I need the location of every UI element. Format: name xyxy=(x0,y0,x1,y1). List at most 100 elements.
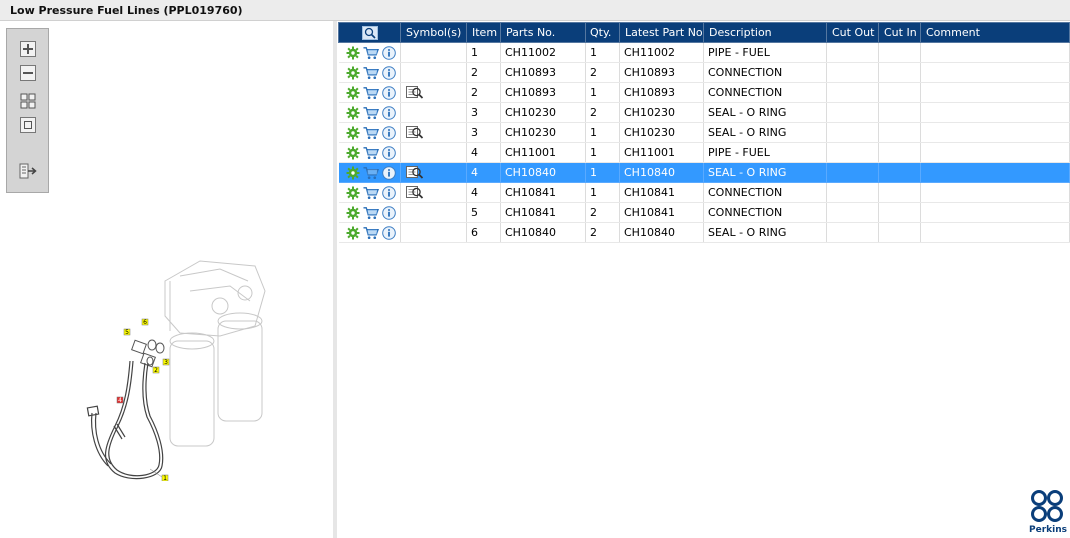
part-info-icon[interactable] xyxy=(382,205,396,221)
table-row[interactable]: 3 CH10230 1 CH10230 SEAL - O RING xyxy=(338,122,1070,143)
row-cut-out xyxy=(826,142,879,163)
callout-5-text: 5 xyxy=(125,329,129,336)
table-row[interactable]: 4 CH11001 1 CH11001 PIPE - FUEL xyxy=(338,142,1070,163)
row-cut-in xyxy=(878,102,921,123)
part-options-icon[interactable] xyxy=(346,45,360,61)
table-row[interactable]: 3 CH10230 2 CH10230 SEAL - O RING xyxy=(338,102,1070,123)
table-row[interactable]: 5 CH10841 2 CH10841 CONNECTION xyxy=(338,202,1070,223)
row-cut-out xyxy=(826,182,879,203)
row-comment xyxy=(920,162,1070,183)
add-to-cart-icon[interactable] xyxy=(363,185,379,201)
zoom-in-icon xyxy=(20,41,36,57)
zoom-in-button[interactable] xyxy=(17,39,39,59)
symbol-reference-icon[interactable] xyxy=(406,84,424,100)
part-options-icon[interactable] xyxy=(346,145,360,161)
part-info-icon[interactable] xyxy=(382,65,396,81)
row-quantity: 1 xyxy=(585,182,620,203)
zoom-out-icon xyxy=(20,65,36,81)
row-quantity: 2 xyxy=(585,202,620,223)
row-part-number: CH10893 xyxy=(500,82,586,103)
part-info-icon[interactable] xyxy=(382,125,396,141)
part-options-icon[interactable] xyxy=(346,125,360,141)
symbol-reference-icon[interactable] xyxy=(406,124,424,140)
row-symbol-cell xyxy=(400,82,467,103)
fit-view-button[interactable] xyxy=(17,91,39,111)
symbol-reference-icon[interactable] xyxy=(406,184,424,200)
part-options-icon[interactable] xyxy=(346,65,360,81)
add-to-cart-icon[interactable] xyxy=(363,145,379,161)
table-row[interactable]: 4 CH10840 1 CH10840 SEAL - O RING xyxy=(338,162,1070,183)
column-header-latest-part-no[interactable]: Latest Part No. xyxy=(619,22,704,43)
row-latest-part-number: CH11002 xyxy=(619,42,704,63)
callout-6-text: 6 xyxy=(143,319,147,326)
row-action-icons xyxy=(338,42,401,63)
illustration-pane: 1 2 3 4 5 6 xyxy=(0,21,333,538)
table-row[interactable]: 4 CH10841 1 CH10841 CONNECTION xyxy=(338,182,1070,203)
row-part-number: CH10841 xyxy=(500,182,586,203)
row-action-icons xyxy=(338,202,401,223)
exploded-parts-diagram[interactable]: 1 2 3 4 5 6 xyxy=(70,221,290,481)
part-info-icon[interactable] xyxy=(382,45,396,61)
part-options-icon[interactable] xyxy=(346,205,360,221)
actual-size-button[interactable] xyxy=(17,115,39,135)
part-info-icon[interactable] xyxy=(382,165,396,181)
row-comment xyxy=(920,82,1070,103)
parts-table: Symbol(s) Item Parts No. Qty. Latest Par… xyxy=(338,22,1070,243)
part-info-icon[interactable] xyxy=(382,85,396,101)
part-options-icon[interactable] xyxy=(346,165,360,181)
window-title: Low Pressure Fuel Lines (PPL019760) xyxy=(10,4,243,17)
row-symbol-cell xyxy=(400,102,467,123)
zoom-out-button[interactable] xyxy=(17,63,39,83)
part-info-icon[interactable] xyxy=(382,105,396,121)
add-to-cart-icon[interactable] xyxy=(363,65,379,81)
add-to-cart-icon[interactable] xyxy=(363,225,379,241)
column-header-parts-no[interactable]: Parts No. xyxy=(500,22,586,43)
part-info-icon[interactable] xyxy=(382,225,396,241)
part-options-icon[interactable] xyxy=(346,185,360,201)
actual-size-icon xyxy=(20,117,36,133)
row-item: 4 xyxy=(466,162,501,183)
column-header-cut-out[interactable]: Cut Out xyxy=(826,22,879,43)
add-to-cart-icon[interactable] xyxy=(363,45,379,61)
row-action-icons xyxy=(338,82,401,103)
row-cut-in xyxy=(878,122,921,143)
column-header-cut-in[interactable]: Cut In xyxy=(878,22,921,43)
part-info-icon[interactable] xyxy=(382,185,396,201)
row-quantity: 2 xyxy=(585,222,620,243)
export-button[interactable] xyxy=(17,161,39,181)
fit-view-icon xyxy=(20,93,36,109)
row-symbol-cell xyxy=(400,122,467,143)
add-to-cart-icon[interactable] xyxy=(363,205,379,221)
part-info-icon[interactable] xyxy=(382,145,396,161)
brand-name: Perkins xyxy=(1029,525,1067,535)
column-header-comment[interactable]: Comment xyxy=(920,22,1070,43)
table-row[interactable]: 2 CH10893 2 CH10893 CONNECTION xyxy=(338,62,1070,83)
row-description: CONNECTION xyxy=(703,82,827,103)
column-header-qty[interactable]: Qty. xyxy=(585,22,620,43)
column-header-actions[interactable] xyxy=(338,22,401,43)
row-action-icons xyxy=(338,222,401,243)
row-symbol-cell xyxy=(400,182,467,203)
part-options-icon[interactable] xyxy=(346,105,360,121)
callout-4-text: 4 xyxy=(118,397,122,404)
table-row[interactable]: 6 CH10840 2 CH10840 SEAL - O RING xyxy=(338,222,1070,243)
row-description: CONNECTION xyxy=(703,202,827,223)
row-part-number: CH10230 xyxy=(500,122,586,143)
part-options-icon[interactable] xyxy=(346,225,360,241)
row-comment xyxy=(920,182,1070,203)
add-to-cart-icon[interactable] xyxy=(363,105,379,121)
add-to-cart-icon[interactable] xyxy=(363,165,379,181)
column-header-item[interactable]: Item xyxy=(466,22,501,43)
part-options-icon[interactable] xyxy=(346,85,360,101)
row-item: 1 xyxy=(466,42,501,63)
row-part-number: CH10230 xyxy=(500,102,586,123)
column-header-description[interactable]: Description xyxy=(703,22,827,43)
table-row[interactable]: 1 CH11002 1 CH11002 PIPE - FUEL xyxy=(338,42,1070,63)
symbol-reference-icon[interactable] xyxy=(406,164,424,180)
row-symbol-cell xyxy=(400,62,467,83)
add-to-cart-icon[interactable] xyxy=(363,85,379,101)
table-row[interactable]: 2 CH10893 1 CH10893 CONNECTION xyxy=(338,82,1070,103)
column-header-symbols[interactable]: Symbol(s) xyxy=(400,22,467,43)
add-to-cart-icon[interactable] xyxy=(363,125,379,141)
find-parts-icon xyxy=(361,25,378,40)
